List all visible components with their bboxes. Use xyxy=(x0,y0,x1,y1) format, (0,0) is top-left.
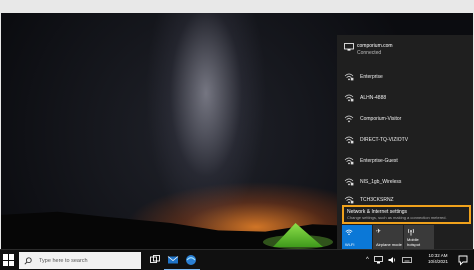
network-item-nis[interactable]: NIS_1gb_Wireless xyxy=(337,172,473,191)
keyboard-icon[interactable] xyxy=(401,256,412,264)
network-item-enterprise-guest[interactable]: Enterprise-Guest xyxy=(337,151,473,170)
network-flyout: comporium.com Connected Enterprise ALHN-… xyxy=(337,35,473,249)
wifi-secured-icon xyxy=(344,93,354,103)
network-item-enterprise[interactable]: Enterprise xyxy=(337,67,473,86)
wifi-secured-icon xyxy=(344,135,354,145)
wifi-icon xyxy=(345,228,353,236)
task-view-icon[interactable] xyxy=(149,254,161,266)
screen-frame: comporium.com Connected Enterprise ALHN-… xyxy=(0,0,474,270)
ethernet-icon xyxy=(344,43,354,51)
hotspot-icon xyxy=(407,228,415,236)
wifi-icon xyxy=(344,114,354,124)
search-icon xyxy=(24,256,34,265)
airplane-icon: ✈ xyxy=(376,229,382,235)
settings-subtitle: Change settings, such as making a connec… xyxy=(347,215,447,220)
network-name: Enterprise-Guest xyxy=(360,157,398,164)
wifi-secured-icon xyxy=(344,177,354,187)
mobile-hotspot-toggle[interactable]: Mobile hotspot xyxy=(404,225,434,249)
network-name: Comporium-Visitor xyxy=(360,115,402,122)
connected-ssid: comporium.com xyxy=(357,43,393,49)
browser-app-icon[interactable] xyxy=(185,254,197,266)
network-item-alhn[interactable]: ALHN-4888 xyxy=(337,88,473,107)
network-name: Enterprise xyxy=(360,73,383,80)
wifi-toggle[interactable]: Wi-Fi xyxy=(342,225,372,249)
notification-center-icon[interactable] xyxy=(457,254,469,266)
wifi-secured-icon xyxy=(344,195,354,205)
network-name: ALHN-4888 xyxy=(360,94,387,101)
mobile-hotspot-label: Mobile hotspot xyxy=(407,237,421,247)
airplane-mode-toggle[interactable]: ✈ Airplane mode xyxy=(373,225,403,249)
connected-network[interactable]: comporium.com Connected xyxy=(337,39,473,61)
system-tray: ^ xyxy=(366,254,412,266)
wifi-secured-icon xyxy=(344,72,354,82)
network-name: TCH3CKSRNZ xyxy=(360,196,394,203)
taskbar-clock[interactable]: 10:32 AM 10/4/2021 xyxy=(425,253,451,265)
search-placeholder: Type here to search xyxy=(39,257,88,264)
quick-actions: Wi-Fi ✈ Airplane mode Mobile hotspot xyxy=(342,225,434,249)
chevron-up-icon[interactable]: ^ xyxy=(366,257,369,263)
network-settings-link[interactable]: Network & Internet settings Change setti… xyxy=(342,205,471,224)
network-tray-icon[interactable] xyxy=(373,256,383,264)
network-item-direct-tv[interactable]: DIRECT-TQ-VIZIOTV xyxy=(337,130,473,149)
wifi-toggle-label: Wi-Fi xyxy=(345,241,355,247)
network-name: NIS_1gb_Wireless xyxy=(360,178,402,185)
airplane-mode-label: Airplane mode xyxy=(376,241,402,247)
network-item-comporium-visitor[interactable]: Comporium-Visitor xyxy=(337,109,473,128)
windows-start-icon[interactable] xyxy=(3,254,15,266)
connected-status: Connected xyxy=(357,50,382,56)
network-name: DIRECT-TQ-VIZIOTV xyxy=(360,136,409,143)
mail-app-icon[interactable] xyxy=(167,254,179,266)
wifi-secured-icon xyxy=(344,156,354,166)
volume-icon[interactable] xyxy=(388,256,397,264)
clock-date: 10/4/2021 xyxy=(427,259,449,264)
taskbar: Type here to search ^ 10:32 AM 10/4/2021 xyxy=(0,249,474,270)
taskbar-search[interactable]: Type here to search xyxy=(19,252,141,269)
